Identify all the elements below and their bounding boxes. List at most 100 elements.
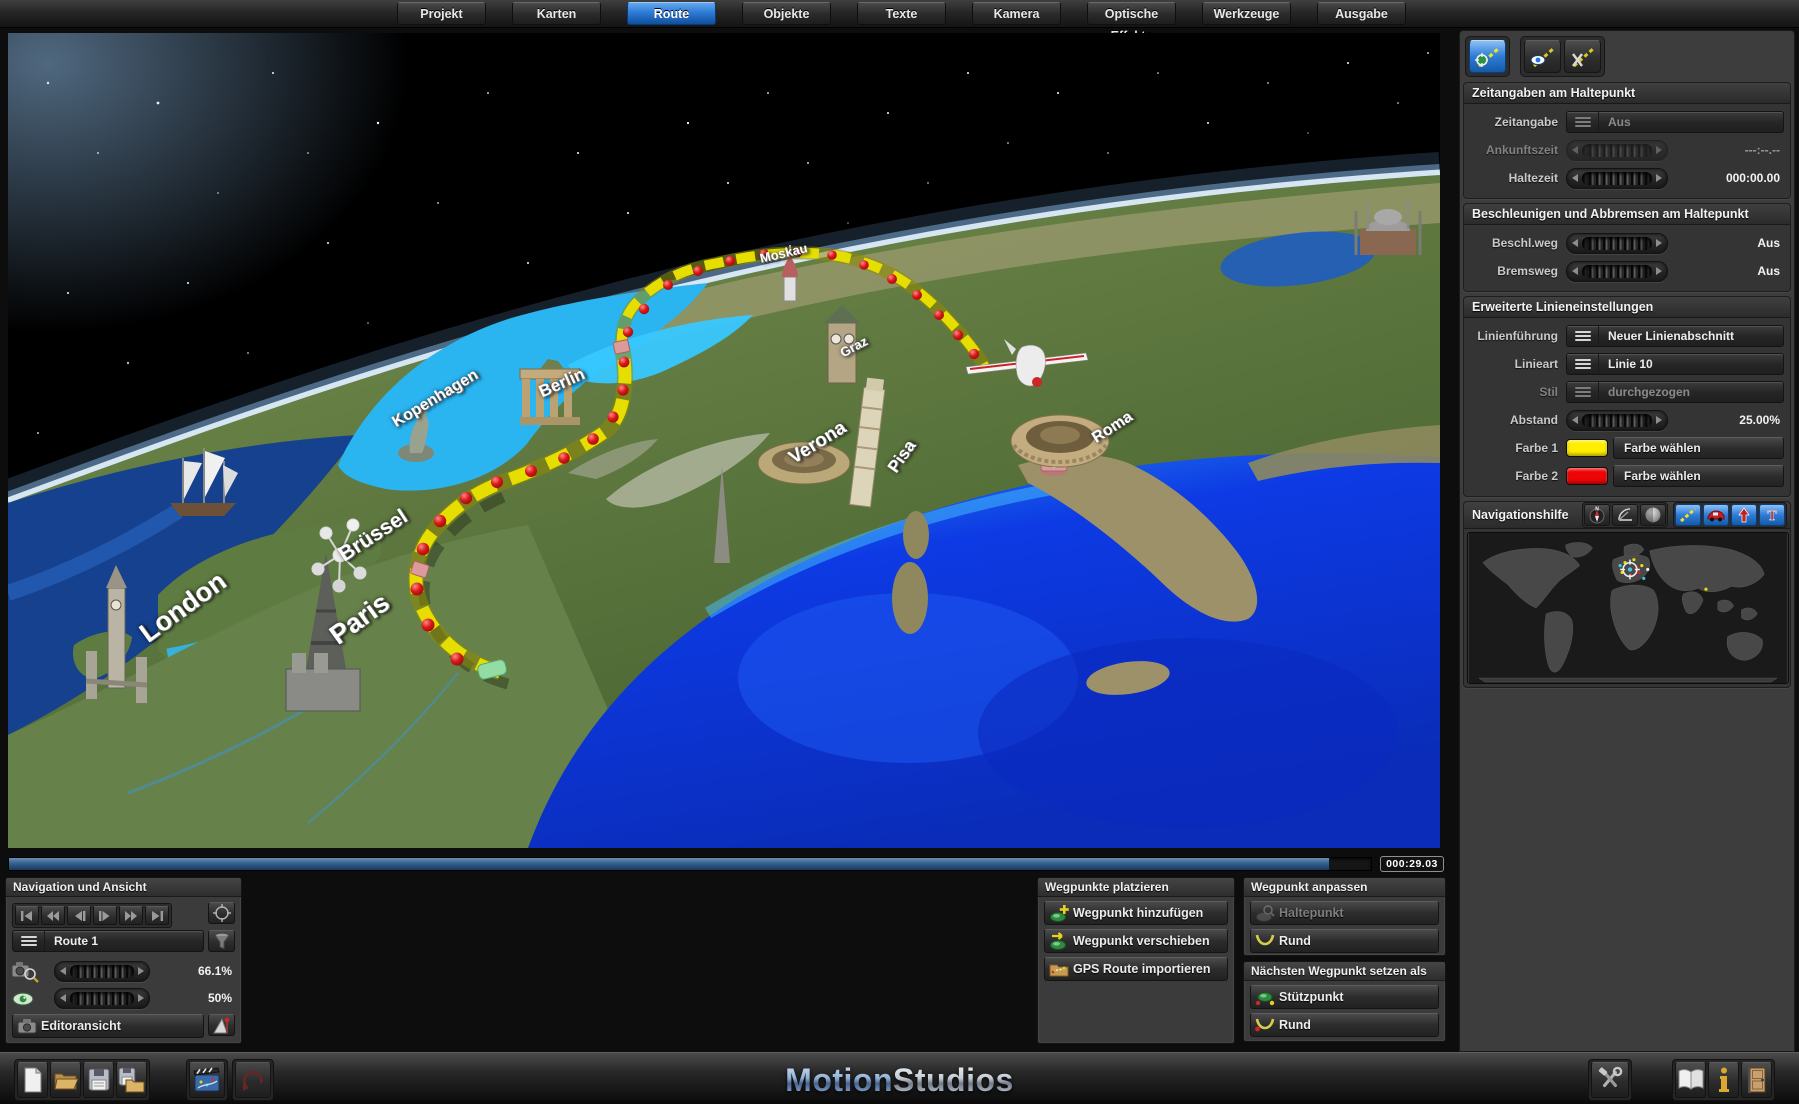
tab-werkzeuge[interactable]: Werkzeuge (1202, 2, 1291, 25)
timeline-progress-fill (9, 858, 1330, 870)
wheel-right-arrow-icon[interactable] (1656, 239, 1662, 247)
editor-view-button[interactable]: Editoransicht (12, 1014, 204, 1038)
rund-button[interactable]: Rund (1250, 929, 1439, 953)
map-marker-button[interactable] (208, 1014, 235, 1036)
rewind-button[interactable] (41, 906, 65, 925)
globe-sphere-button[interactable] (1640, 504, 1666, 526)
svg-text:T: T (1767, 509, 1777, 523)
center-view-button[interactable] (208, 902, 235, 924)
timeline-time-display: 000:29.03 (1380, 856, 1444, 872)
step-back-button[interactable] (67, 906, 91, 925)
crosshair-target-icon (212, 903, 232, 923)
show-vehicle-toggle[interactable] (1703, 504, 1729, 526)
tab-karten[interactable]: Karten (512, 2, 601, 25)
wegpunkt-hinzufuegen-button[interactable]: Wegpunkt hinzufügen (1044, 901, 1228, 925)
signpost-icon (212, 1015, 232, 1035)
wheel-right-arrow-icon[interactable] (138, 994, 144, 1002)
info-button[interactable] (1708, 1062, 1739, 1098)
route-visibility-button[interactable] (1524, 40, 1561, 73)
tab-objekte[interactable]: Objekte (742, 2, 831, 25)
rund-label: Rund (1279, 934, 1311, 948)
route-cut-button[interactable] (1564, 40, 1601, 73)
route-visibility-icon (1529, 45, 1557, 69)
wheel-left-arrow-icon[interactable] (1572, 239, 1578, 247)
linienfuehrung-dropdown[interactable]: Neuer Linienabschnitt (1566, 325, 1784, 347)
stuetzpunkt-button[interactable]: Stützpunkt (1250, 985, 1439, 1009)
wheel-right-arrow-icon[interactable] (1656, 267, 1662, 275)
exit-button[interactable] (1741, 1062, 1772, 1098)
show-text-toggle[interactable]: T (1759, 504, 1785, 526)
wheel-right-arrow-icon[interactable] (1656, 416, 1662, 424)
world-minimap[interactable] (1467, 532, 1789, 684)
transport-controls (12, 903, 172, 928)
skip-start-button[interactable] (15, 906, 39, 925)
zeitangabe-dropdown[interactable]: Aus (1566, 111, 1784, 133)
compass-icon: N (1588, 506, 1606, 524)
naechsten-wegpunkt-panel: Nächsten Wegpunkt setzen als Stützpunkt … (1243, 961, 1446, 1042)
farbe2-swatch[interactable] (1566, 467, 1608, 485)
wheel-drum[interactable] (1582, 172, 1652, 185)
tools-group (1588, 1059, 1632, 1101)
wheel-drum[interactable] (70, 965, 134, 978)
wheel-drum[interactable] (1582, 237, 1652, 250)
farbe1-choose-button[interactable]: Farbe wählen (1613, 437, 1784, 459)
abstand-thumbwheel[interactable] (1566, 410, 1668, 431)
view-height-thumbwheel[interactable] (54, 988, 150, 1009)
linieart-value: Linie 10 (1599, 357, 1662, 371)
step-forward-icon (98, 911, 112, 921)
ankunftszeit-label: Ankunftszeit (1468, 143, 1566, 157)
compass-button[interactable]: N (1584, 504, 1610, 526)
wheel-drum[interactable] (70, 992, 134, 1005)
wegpunkt-verschieben-button[interactable]: Wegpunkt verschieben (1044, 929, 1228, 953)
stil-label: Stil (1468, 385, 1566, 399)
tab-ausgabe[interactable]: Ausgabe (1317, 2, 1406, 25)
tab-projekt[interactable]: Projekt (397, 2, 486, 25)
haltepunkt-icon (1254, 903, 1276, 923)
route-selector-dropdown[interactable]: Route 1 (12, 930, 204, 952)
wheel-right-arrow-icon (1656, 146, 1662, 154)
section-navigationshilfe: Navigationshilfe N (1463, 501, 1791, 688)
fast-forward-button[interactable] (119, 906, 143, 925)
tab-route[interactable]: Route (627, 2, 716, 25)
timeline-track[interactable] (8, 857, 1372, 871)
wheel-right-arrow-icon[interactable] (138, 967, 144, 975)
wheel-left-arrow-icon[interactable] (1572, 267, 1578, 275)
main-tab-bar: Projekt Karten Route Objekte Texte Kamer… (0, 0, 1799, 28)
farbe1-swatch[interactable] (1566, 439, 1608, 457)
wheel-left-arrow-icon[interactable] (60, 994, 66, 1002)
skip-end-button[interactable] (145, 906, 169, 925)
rund-next-button[interactable]: Rund (1250, 1013, 1439, 1037)
farbe2-choose-button[interactable]: Farbe wählen (1613, 465, 1784, 487)
wheel-drum[interactable] (1582, 414, 1652, 427)
show-pins-toggle[interactable] (1731, 504, 1757, 526)
tab-texte[interactable]: Texte (857, 2, 946, 25)
globe-3d-viewport[interactable]: London Paris Brüssel Kopenhagen Berlin M… (8, 33, 1440, 848)
wheel-right-arrow-icon[interactable] (1656, 174, 1662, 182)
route-edit-button[interactable] (1469, 40, 1506, 73)
haltezeit-thumbwheel[interactable] (1566, 168, 1668, 189)
show-route-toggle[interactable] (1675, 504, 1701, 526)
manual-button[interactable] (1675, 1062, 1706, 1098)
wegpunkt-hinzufuegen-label: Wegpunkt hinzufügen (1073, 906, 1203, 920)
bremsweg-thumbwheel[interactable] (1566, 261, 1668, 282)
rund-next-label: Rund (1279, 1018, 1311, 1032)
tab-optische-effekte[interactable]: Optische Effekte (1087, 2, 1176, 25)
tools-button[interactable] (1591, 1062, 1629, 1098)
abstand-label: Abstand (1468, 413, 1566, 427)
wheel-drum[interactable] (1582, 265, 1652, 278)
navigationshilfe-title: Navigationshilfe (1467, 508, 1577, 522)
wheel-left-arrow-icon[interactable] (1572, 174, 1578, 182)
protractor-button[interactable] (1612, 504, 1638, 526)
linieart-dropdown[interactable]: Linie 10 (1566, 353, 1784, 375)
wheel-left-arrow-icon[interactable] (60, 967, 66, 975)
wegpunkt-anpassen-panel: Wegpunkt anpassen Haltepunkt Rund (1243, 877, 1446, 956)
route-filter-button[interactable] (208, 930, 235, 952)
beschlweg-thumbwheel[interactable] (1566, 233, 1668, 254)
stuetzpunkt-label: Stützpunkt (1279, 990, 1344, 1004)
zeitangabe-value: Aus (1599, 115, 1640, 129)
step-forward-button[interactable] (93, 906, 117, 925)
gps-route-importieren-button[interactable]: GPS Route importieren (1044, 957, 1228, 981)
tab-kamera[interactable]: Kamera (972, 2, 1061, 25)
wheel-left-arrow-icon[interactable] (1572, 416, 1578, 424)
zoom-thumbwheel[interactable] (54, 961, 150, 982)
